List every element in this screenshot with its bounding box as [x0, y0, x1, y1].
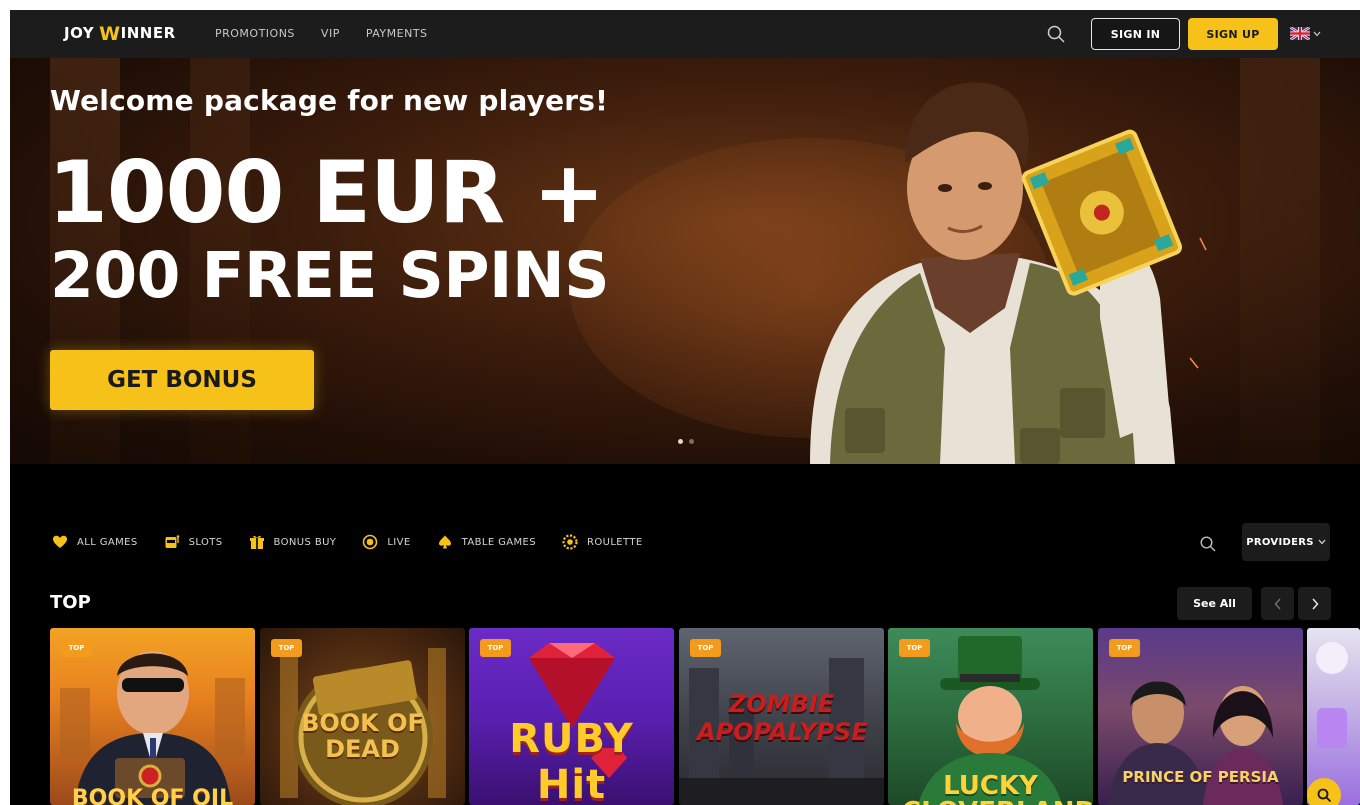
- partial-game-artwork: [1316, 642, 1348, 748]
- uk-flag-icon: [1290, 27, 1310, 40]
- main-nav: PROMOTIONS VIP PAYMENTS: [215, 27, 428, 40]
- help-search-button[interactable]: [1307, 778, 1341, 805]
- explorer-character-illustration: [810, 82, 1207, 464]
- language-selector[interactable]: [1290, 27, 1321, 40]
- providers-dropdown[interactable]: PROVIDERS: [1242, 523, 1330, 561]
- game-tile-partial[interactable]: [1307, 628, 1360, 805]
- get-bonus-button[interactable]: GET BONUS: [50, 350, 314, 410]
- roulette-icon: [562, 534, 578, 550]
- chevron-down-icon: [1313, 31, 1321, 36]
- game-tile-lucky-cloverland[interactable]: TOP LUCKY CLOVERLAND: [888, 628, 1093, 805]
- top-header: JOY W INNER PROMOTIONS VIP PAYMENTS SIGN…: [10, 10, 1360, 58]
- carousel-dots: [678, 439, 694, 444]
- nav-payments[interactable]: PAYMENTS: [366, 27, 428, 40]
- hero-free-spins: 200 FREE SPINS: [50, 239, 610, 312]
- hero-banner: Welcome package for new players! 1000 EU…: [10, 58, 1360, 464]
- game-tile-book-of-oil[interactable]: TOP BOOK OF OIL: [50, 628, 255, 805]
- joywinner-logo[interactable]: JOY W INNER: [64, 24, 176, 44]
- slot-machine-icon: [165, 535, 179, 548]
- search-icon[interactable]: [1199, 535, 1217, 553]
- game-tile-zombie-apopalypse[interactable]: TOP ZOMBIE APOPALYPSE: [679, 628, 884, 805]
- category-bonus-buy[interactable]: BONUS BUY: [249, 534, 337, 550]
- top-badge: TOP: [61, 639, 92, 657]
- chevron-down-icon: [1318, 539, 1326, 545]
- carousel-next-button[interactable]: [1298, 587, 1331, 620]
- search-icon[interactable]: [1046, 24, 1066, 44]
- chevron-left-icon: [1273, 597, 1281, 610]
- top-badge: TOP: [271, 639, 302, 657]
- game-tile-prince-of-persia[interactable]: TOP PRINCE OF PERSIA: [1098, 628, 1303, 805]
- top-badge: TOP: [899, 639, 930, 657]
- game-category-bar: ALL GAMES SLOTS BONUS BUY LIVE TABLE GAM…: [52, 534, 669, 550]
- top-badge: TOP: [1109, 639, 1140, 657]
- gift-icon: [249, 535, 264, 549]
- nav-vip[interactable]: VIP: [321, 27, 340, 40]
- sign-up-button[interactable]: SIGN UP: [1188, 18, 1278, 50]
- casino-page: JOY W INNER PROMOTIONS VIP PAYMENTS SIGN…: [10, 10, 1360, 805]
- category-live[interactable]: LIVE: [362, 534, 410, 550]
- top-badge: TOP: [690, 639, 721, 657]
- category-slots[interactable]: SLOTS: [164, 534, 223, 550]
- category-roulette[interactable]: ROULETTE: [562, 534, 643, 550]
- search-icon: [1317, 788, 1332, 803]
- live-icon: [363, 534, 378, 550]
- category-all-games[interactable]: ALL GAMES: [52, 534, 138, 550]
- top-badge: TOP: [480, 639, 511, 657]
- hero-amount: 1000 EUR +: [48, 143, 605, 243]
- temple-column: [1240, 58, 1320, 464]
- category-table-games[interactable]: TABLE GAMES: [437, 534, 536, 550]
- section-title: TOP: [50, 592, 91, 613]
- carousel-dot[interactable]: [689, 439, 694, 444]
- game-tile-book-of-dead[interactable]: TOP BOOK OF DEAD: [260, 628, 465, 805]
- see-all-button[interactable]: See All: [1177, 587, 1252, 620]
- carousel-dot[interactable]: [678, 439, 683, 444]
- hero-subtitle: Welcome package for new players!: [50, 84, 609, 117]
- game-tile-ruby-hit[interactable]: TOP RUBY Hit: [469, 628, 674, 805]
- chevron-right-icon: [1311, 597, 1319, 610]
- heart-icon: [53, 535, 67, 548]
- spade-icon: [438, 535, 451, 549]
- carousel-prev-button[interactable]: [1261, 587, 1294, 620]
- sign-in-button[interactable]: SIGN IN: [1091, 18, 1180, 50]
- nav-promotions[interactable]: PROMOTIONS: [215, 27, 295, 40]
